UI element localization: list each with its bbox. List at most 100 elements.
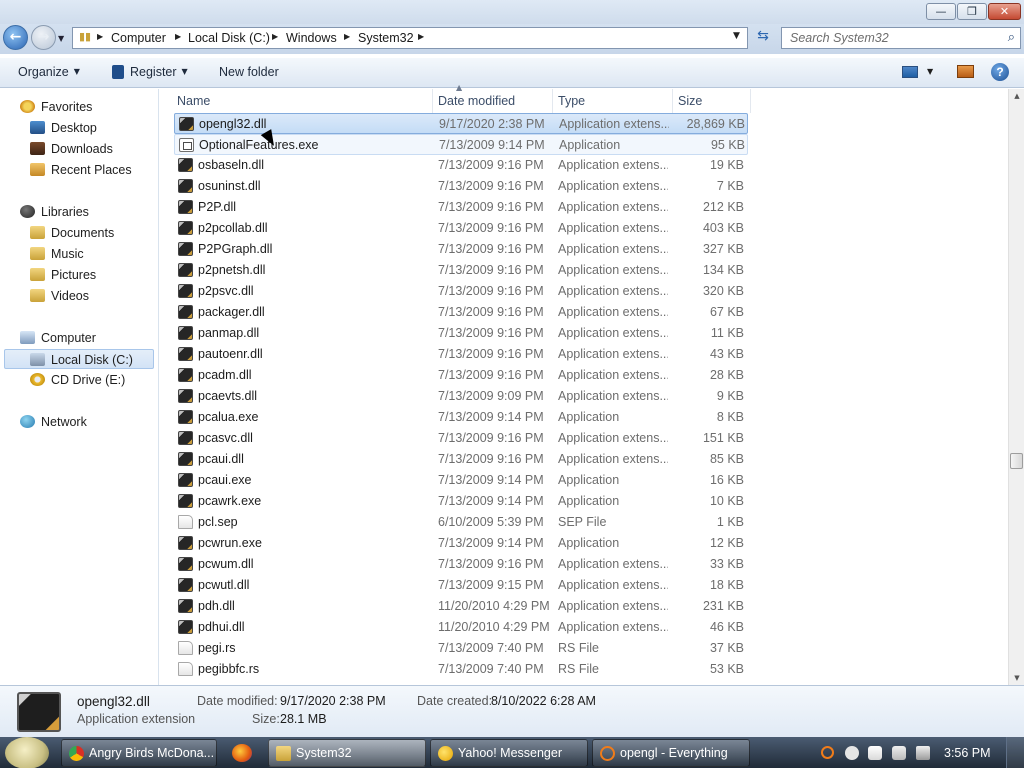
file-type: Application bbox=[558, 536, 620, 550]
file-row[interactable]: pcadm.dll 7/13/2009 9:16 PM Application ex… bbox=[174, 365, 748, 386]
everything-tray-icon[interactable] bbox=[821, 746, 834, 759]
breadcrumb-computer[interactable]: Computer bbox=[111, 31, 166, 45]
file-row[interactable]: pdh.dll 11/20/2010 4:29 PM Application ext… bbox=[174, 596, 748, 617]
file-row[interactable]: panmap.dll 7/13/2009 9:16 PM Application e… bbox=[174, 323, 748, 344]
breadcrumb-system32[interactable]: System32 bbox=[358, 31, 414, 45]
taskbar-item-everything[interactable]: opengl - Everything bbox=[592, 739, 750, 767]
help-icon[interactable]: ? bbox=[991, 63, 1009, 81]
dll-icon bbox=[178, 452, 193, 466]
change-view-icon[interactable] bbox=[902, 66, 918, 78]
network-tray-icon[interactable] bbox=[892, 746, 906, 760]
scrollbar-thumb[interactable] bbox=[1010, 453, 1023, 469]
file-row[interactable]: pcaui.dll 7/13/2009 9:16 PM Application ex… bbox=[174, 449, 748, 470]
sidebar-item-downloads[interactable]: Downloads bbox=[30, 139, 113, 159]
file-row[interactable]: p2pnetsh.dll 7/13/2009 9:16 PM Application… bbox=[174, 260, 748, 281]
sidebar-item-videos[interactable]: Videos bbox=[30, 286, 89, 306]
file-type: RS File bbox=[558, 641, 599, 655]
search-icon[interactable]: ⌕ bbox=[1008, 30, 1015, 45]
file-row[interactable]: packager.dll 7/13/2009 9:16 PM Application… bbox=[174, 302, 748, 323]
system-clock[interactable]: 3:56 PM bbox=[944, 746, 991, 760]
refresh-button[interactable]: ⇆ bbox=[752, 28, 774, 48]
new-folder-button[interactable]: New folder bbox=[219, 65, 279, 79]
search-box[interactable]: ⌕ bbox=[781, 27, 1021, 49]
address-bar[interactable]: ▮▮ ▶ Computer ▶ Local Disk (C:) ▶ Window… bbox=[72, 27, 748, 49]
file-name: P2PGraph.dll bbox=[198, 242, 273, 256]
taskbar-item-yahoo-messenger[interactable]: Yahoo! Messenger bbox=[430, 739, 588, 767]
column-header-date-modified[interactable]: Date modified bbox=[433, 89, 553, 113]
file-row[interactable]: pdhui.dll 11/20/2010 4:29 PM Application e… bbox=[174, 617, 748, 638]
minimize-button[interactable]: — bbox=[926, 3, 956, 20]
sidebar-item-cd-drive[interactable]: CD Drive (E:) bbox=[30, 370, 125, 390]
sidebar-item-recent-places[interactable]: Recent Places bbox=[30, 160, 132, 180]
sidebar-item-desktop[interactable]: Desktop bbox=[30, 118, 97, 138]
sidebar-item-label: Libraries bbox=[41, 205, 89, 219]
file-row[interactable]: pcwrun.exe 7/13/2009 9:14 PM Application 12… bbox=[174, 533, 748, 554]
column-header-type[interactable]: Type bbox=[553, 89, 673, 113]
file-row[interactable]: pcaui.exe 7/13/2009 9:14 PM Application 16 … bbox=[174, 470, 748, 491]
action-center-icon[interactable] bbox=[868, 746, 882, 760]
details-file-kind: Application extension bbox=[77, 712, 196, 726]
sidebar-item-documents[interactable]: Documents bbox=[30, 223, 114, 243]
file-row[interactable]: pegibbfc.rs 7/13/2009 7:40 PM RS File 53 KB bbox=[174, 659, 748, 680]
organize-button[interactable]: Organize ▼ bbox=[18, 65, 80, 79]
maximize-button[interactable]: ❐ bbox=[957, 3, 987, 20]
dll-icon bbox=[178, 536, 193, 550]
file-row[interactable]: p2psvc.dll 7/13/2009 9:16 PM Application e… bbox=[174, 281, 748, 302]
preview-pane-icon[interactable] bbox=[957, 65, 974, 78]
file-list: Name ▲ Date modified Type Size opengl32.… bbox=[160, 83, 1008, 685]
show-desktop-button[interactable] bbox=[1006, 737, 1024, 768]
scroll-down-arrow-icon[interactable]: ▼ bbox=[1009, 671, 1024, 685]
sidebar-item-network[interactable]: Network bbox=[20, 412, 87, 432]
column-header-name[interactable]: Name bbox=[160, 89, 433, 113]
dll-icon bbox=[178, 599, 193, 613]
pictures-icon bbox=[30, 268, 45, 281]
recent-pages-dropdown[interactable]: ▼ bbox=[58, 34, 64, 43]
file-type: Application extens... bbox=[558, 557, 668, 571]
file-row[interactable]: osbaseln.dll 7/13/2009 9:16 PM Application… bbox=[174, 155, 748, 176]
forward-button[interactable]: → bbox=[31, 25, 56, 50]
file-row[interactable]: pcl.sep 6/10/2009 5:39 PM SEP File 1 KB bbox=[174, 512, 748, 533]
sidebar-item-local-disk[interactable]: Local Disk (C:) bbox=[4, 349, 154, 369]
address-dropdown-button[interactable]: ▼ bbox=[733, 31, 740, 41]
sidebar-item-favorites[interactable]: Favorites bbox=[20, 97, 92, 117]
file-name: pegi.rs bbox=[198, 641, 236, 655]
view-options-dropdown[interactable]: ▼ bbox=[927, 67, 933, 76]
file-row[interactable]: P2PGraph.dll 7/13/2009 9:16 PM Application… bbox=[174, 239, 748, 260]
file-row[interactable]: pcawrk.exe 7/13/2009 9:14 PM Application 10… bbox=[174, 491, 748, 512]
tray-status-icon[interactable] bbox=[845, 746, 859, 760]
file-row[interactable]: opengl32.dll 9/17/2020 2:38 PM Application… bbox=[174, 113, 748, 134]
file-row[interactable]: p2pcollab.dll 7/13/2009 9:16 PM Applicatio… bbox=[174, 218, 748, 239]
taskbar-item-label: System32 bbox=[296, 746, 352, 760]
taskbar-item-chrome[interactable]: Angry Birds McDona... bbox=[61, 739, 217, 767]
file-row[interactable]: pegi.rs 7/13/2009 7:40 PM RS File 37 KB bbox=[174, 638, 748, 659]
volume-icon[interactable] bbox=[916, 746, 930, 760]
file-row[interactable]: pautoenr.dll 7/13/2009 9:16 PM Application… bbox=[174, 344, 748, 365]
chevron-down-icon: ▼ bbox=[73, 67, 80, 76]
file-row[interactable]: pcasvc.dll 7/13/2009 9:16 PM Application e… bbox=[174, 428, 748, 449]
file-row[interactable]: OptionalFeatures.exe 7/13/2009 9:14 PM App… bbox=[174, 134, 748, 155]
file-size: 43 KB bbox=[709, 347, 744, 361]
file-row[interactable]: osuninst.dll 7/13/2009 9:16 PM Application… bbox=[174, 176, 748, 197]
register-button[interactable]: Register ▼ bbox=[112, 65, 188, 79]
column-header-size[interactable]: Size bbox=[673, 89, 751, 113]
file-row[interactable]: pcaevts.dll 7/13/2009 9:09 PM Application … bbox=[174, 386, 748, 407]
file-row[interactable]: pcwutl.dll 7/13/2009 9:15 PM Application e… bbox=[174, 575, 748, 596]
start-button[interactable] bbox=[5, 737, 49, 768]
breadcrumb-local-disk[interactable]: Local Disk (C:) bbox=[188, 31, 270, 45]
sidebar-item-music[interactable]: Music bbox=[30, 244, 84, 264]
sidebar-item-computer[interactable]: Computer bbox=[20, 328, 96, 348]
back-button[interactable]: ← bbox=[3, 25, 28, 50]
file-row[interactable]: pcalua.exe 7/13/2009 9:14 PM Application 8 … bbox=[174, 407, 748, 428]
search-input[interactable] bbox=[782, 28, 992, 48]
file-row[interactable]: P2P.dll 7/13/2009 9:16 PM Application exte… bbox=[174, 197, 748, 218]
file-row[interactable]: pcwum.dll 7/13/2009 9:16 PM Application ex… bbox=[174, 554, 748, 575]
sidebar-item-label: Desktop bbox=[51, 121, 97, 135]
firefox-icon[interactable] bbox=[232, 744, 252, 762]
breadcrumb-windows[interactable]: Windows bbox=[286, 31, 337, 45]
vertical-scrollbar[interactable]: ▲ ▼ bbox=[1008, 89, 1024, 685]
taskbar-item-explorer[interactable]: System32 bbox=[268, 739, 426, 767]
close-button[interactable]: ✕ bbox=[988, 3, 1021, 20]
sidebar-item-pictures[interactable]: Pictures bbox=[30, 265, 96, 285]
scroll-up-arrow-icon[interactable]: ▲ bbox=[1009, 89, 1024, 103]
sidebar-item-libraries[interactable]: Libraries bbox=[20, 202, 89, 222]
